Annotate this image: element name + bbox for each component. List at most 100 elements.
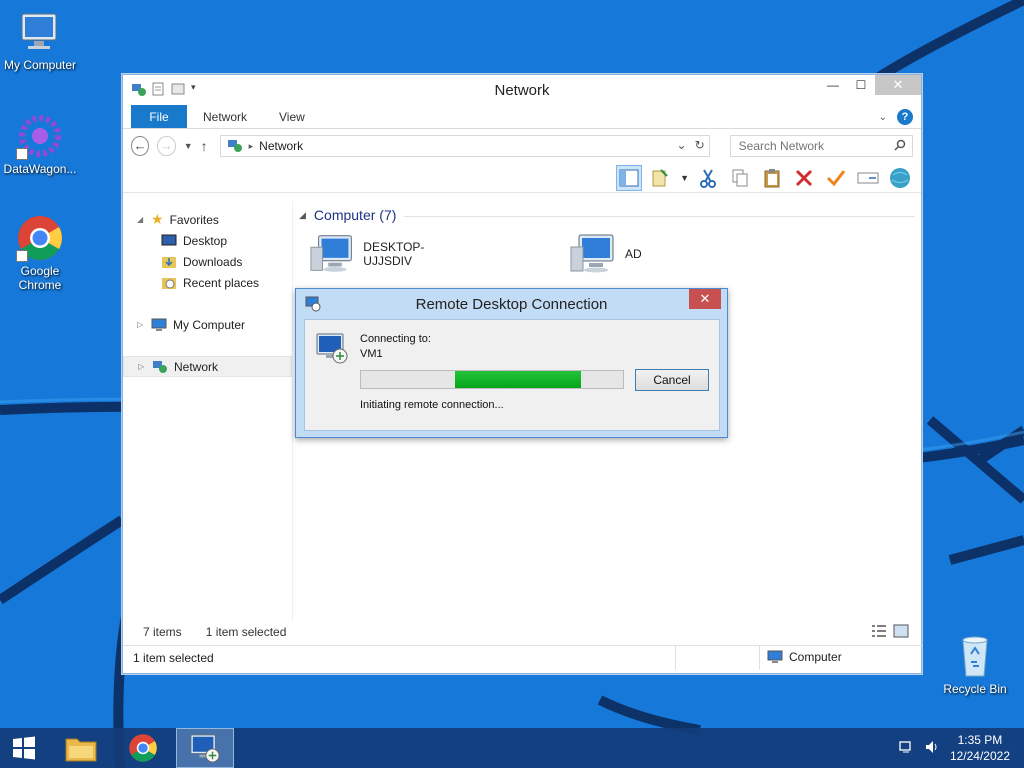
expand-ribbon-icon[interactable]: ⌄ (879, 112, 887, 123)
taskbar-remote-desktop[interactable] (176, 728, 234, 768)
details-bar: 1 item selected Computer (123, 645, 923, 670)
nav-favorites[interactable]: ◢ ★ Favorites (123, 209, 292, 230)
desktop-icon-label: DataWagon... (3, 162, 77, 176)
network-and-sharing-button[interactable] (887, 165, 913, 191)
connecting-label: Connecting to: (360, 333, 431, 345)
item-count: 7 items (143, 625, 182, 639)
shortcut-arrow-icon (16, 148, 28, 160)
nav-recent-places[interactable]: Recent places (123, 272, 292, 293)
search-box[interactable] (729, 135, 914, 157)
volume-icon[interactable] (924, 739, 940, 758)
dialog-titlebar[interactable]: Remote Desktop Connection ✕ (296, 289, 727, 319)
remote-desktop-dialog: Remote Desktop Connection ✕ Connecting t… (295, 288, 728, 438)
recent-locations-icon[interactable]: ▼ (184, 141, 193, 151)
remote-desktop-icon (316, 333, 348, 364)
desktop-icon-label: Recycle Bin (943, 682, 1007, 696)
properties-button[interactable] (648, 165, 674, 191)
nav-label: Desktop (183, 233, 228, 248)
expand-icon[interactable]: ▷ (137, 320, 145, 329)
address-bar[interactable]: ▸ Network ⌄ ↻ (219, 135, 710, 157)
chrome-icon (16, 214, 64, 262)
tab-view[interactable]: View (263, 105, 321, 128)
nav-network[interactable]: ▷ Network (123, 356, 292, 377)
copy-icon (732, 169, 748, 187)
nav-desktop[interactable]: Desktop (123, 230, 292, 251)
nav-my-computer[interactable]: ▷ My Computer (123, 314, 292, 335)
cut-button[interactable] (695, 165, 721, 191)
network-icon (227, 140, 242, 152)
group-collapse-icon[interactable]: ◢ (299, 210, 306, 221)
status-bar: 7 items 1 item selected (123, 621, 923, 643)
cancel-button[interactable]: Cancel (635, 369, 709, 391)
toolbar-dropdown-icon[interactable]: ▼ (680, 173, 689, 183)
breadcrumb-network[interactable]: Network (259, 139, 303, 153)
delete-button[interactable] (791, 165, 817, 191)
search-input[interactable] (738, 139, 899, 153)
datawagon-icon (16, 112, 64, 160)
tab-file[interactable]: File (131, 105, 187, 128)
desktop-icon-my-computer[interactable]: My Computer (0, 8, 80, 72)
properties-icon (652, 169, 668, 187)
network-status-icon[interactable] (898, 739, 914, 758)
address-row: ← → ▼ ↑ ▸ Network ⌄ ↻ (123, 129, 921, 163)
dialog-close-button[interactable]: ✕ (689, 289, 721, 309)
explorer-titlebar[interactable]: ▾ Network — ☐ ✕ (123, 75, 921, 105)
globe-icon (890, 168, 910, 188)
clock[interactable]: 1:35 PM 12/24/2022 (950, 732, 1010, 764)
computer-icon (767, 650, 783, 663)
rename-button[interactable] (855, 165, 881, 191)
computer-icon (570, 234, 614, 273)
desktop-icon-label: Google Chrome (18, 264, 62, 292)
group-header-computer[interactable]: ◢ Computer (7) (299, 207, 915, 223)
clock-time: 1:35 PM (957, 733, 1003, 747)
computer-icon (16, 8, 64, 56)
zone-label: Computer (789, 650, 842, 664)
search-icon[interactable] (894, 139, 906, 154)
desktop-icon-datawagon[interactable]: DataWagon... (0, 112, 80, 176)
folder-icon (65, 738, 97, 762)
expand-icon[interactable]: ▷ (138, 362, 146, 371)
system-tray: 1:35 PM 12/24/2022 (898, 732, 1010, 764)
recycle-bin-icon (951, 632, 999, 680)
details-view-icon[interactable] (871, 624, 887, 641)
address-dropdown-icon[interactable]: ⌄ (677, 138, 687, 152)
progress-fill (455, 371, 582, 388)
start-button[interactable] (0, 728, 48, 768)
list-item[interactable]: DESKTOP-UJJSDIV (309, 233, 469, 275)
minimize-button[interactable]: — (819, 75, 847, 95)
list-item[interactable]: AD (569, 233, 729, 275)
refresh-icon[interactable]: ↻ (695, 138, 705, 152)
connection-status: Initiating remote connection... (360, 399, 504, 411)
help-icon[interactable]: ? (897, 109, 913, 125)
breadcrumb-separator-icon[interactable]: ▸ (249, 141, 254, 152)
desktop-icon-google-chrome[interactable]: Google Chrome (0, 214, 80, 292)
up-button[interactable]: ↑ (201, 138, 208, 154)
large-icons-view-icon[interactable] (893, 624, 909, 641)
desktop-icon-recycle-bin[interactable]: Recycle Bin (935, 632, 1015, 696)
taskbar-chrome[interactable] (114, 728, 172, 768)
select-button[interactable] (823, 165, 849, 191)
desktop-icon-label: My Computer (3, 58, 77, 72)
forward-button[interactable]: → (157, 136, 176, 156)
nav-label: My Computer (173, 317, 246, 332)
clock-date: 12/24/2022 (949, 749, 1010, 763)
remote-desktop-icon (190, 734, 220, 763)
nav-label: Recent places (183, 275, 260, 290)
collapse-icon[interactable]: ◢ (137, 215, 145, 224)
paste-button[interactable] (759, 165, 785, 191)
close-button[interactable]: ✕ (875, 75, 921, 95)
paste-icon (764, 169, 780, 188)
back-button[interactable]: ← (131, 136, 150, 156)
computer-icon (310, 235, 352, 272)
selection-count: 1 item selected (205, 625, 287, 639)
copy-button[interactable] (727, 165, 753, 191)
windows-logo-icon (13, 736, 35, 760)
maximize-button[interactable]: ☐ (847, 75, 875, 95)
tab-network[interactable]: Network (187, 105, 263, 128)
nav-downloads[interactable]: Downloads (123, 251, 292, 272)
group-divider (404, 215, 915, 217)
group-label: Computer (7) (313, 207, 397, 223)
preview-pane-button[interactable] (616, 165, 643, 191)
network-icon (153, 360, 167, 373)
taskbar-file-explorer[interactable] (52, 728, 110, 768)
